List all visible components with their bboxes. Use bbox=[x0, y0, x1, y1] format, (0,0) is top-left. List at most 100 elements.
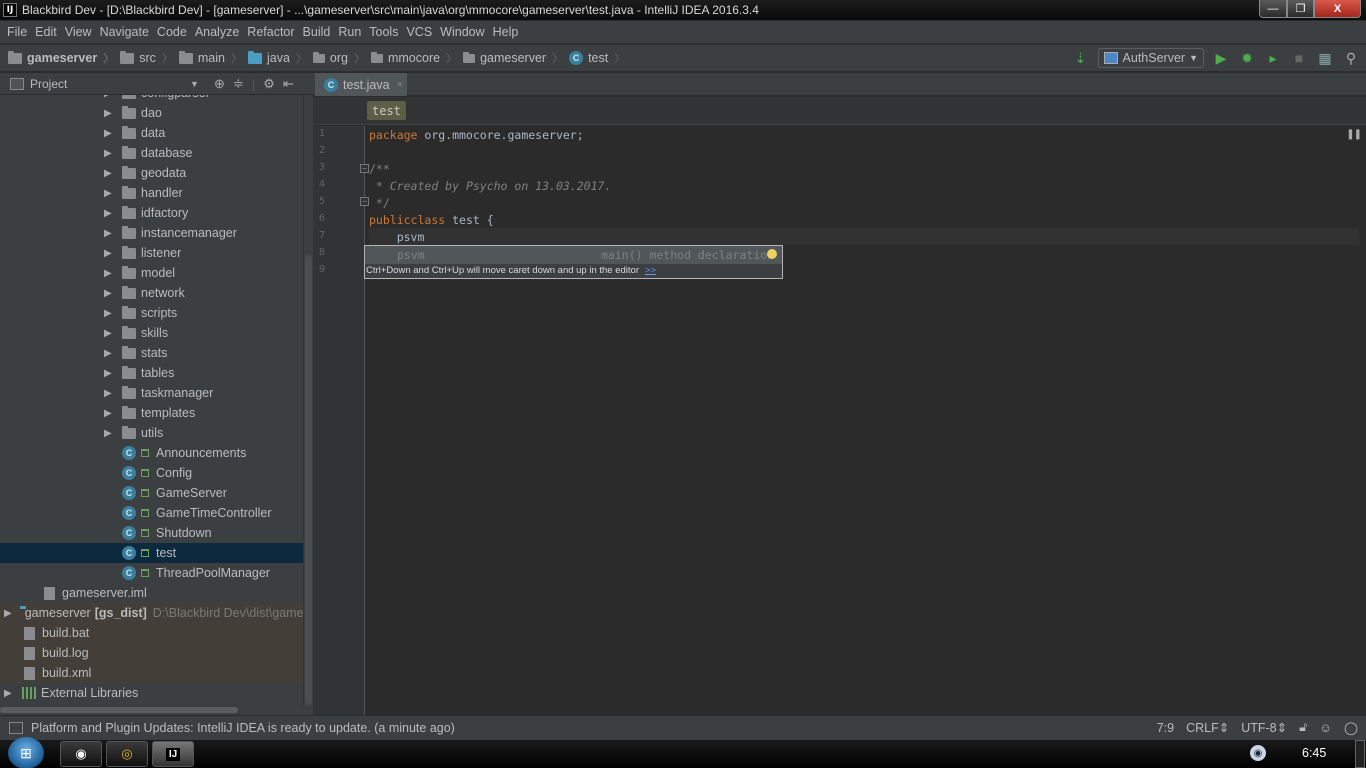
expand-arrow-icon[interactable]: ▶ bbox=[104, 108, 114, 119]
breadcrumb-gameserver-package[interactable]: gameserver 〉 bbox=[463, 50, 569, 66]
expand-arrow-icon[interactable]: ▶ bbox=[104, 188, 114, 199]
menu-run[interactable]: Run bbox=[334, 25, 365, 39]
expand-arrow-icon[interactable]: ▶ bbox=[104, 95, 114, 99]
run-configuration-dropdown[interactable]: AuthServer ▼ bbox=[1097, 48, 1204, 68]
expand-arrow-icon[interactable]: ▶ bbox=[104, 168, 114, 179]
menu-code[interactable]: Code bbox=[153, 25, 191, 39]
tree-item-announcements[interactable]: C Announcements bbox=[0, 443, 303, 463]
taskbar-intellij[interactable]: IJ bbox=[152, 741, 194, 767]
taskbar-chrome[interactable]: ◎ bbox=[106, 741, 148, 767]
tree-item-geodata[interactable]: ▶ geodata bbox=[0, 163, 303, 183]
breadcrumb-org[interactable]: org 〉 bbox=[312, 50, 371, 66]
scrollbar-thumb[interactable] bbox=[305, 255, 312, 705]
code-breadcrumb-test[interactable]: test bbox=[367, 101, 406, 120]
breadcrumb-gameserver-module[interactable]: gameserver 〉 bbox=[8, 50, 120, 66]
tray-steam-icon[interactable]: ◉ bbox=[1250, 745, 1266, 761]
menu-window[interactable]: Window bbox=[436, 25, 488, 39]
menu-tools[interactable]: Tools bbox=[365, 25, 402, 39]
menu-navigate[interactable]: Navigate bbox=[96, 25, 153, 39]
project-structure-icon[interactable]: ▦ bbox=[1316, 49, 1334, 67]
breadcrumb-mmocore[interactable]: mmocore 〉 bbox=[370, 50, 463, 66]
expand-arrow-icon[interactable]: ▶ bbox=[4, 688, 14, 699]
tree-item-taskmanager[interactable]: ▶ taskmanager bbox=[0, 383, 303, 403]
expand-arrow-icon[interactable]: ▶ bbox=[104, 128, 114, 139]
taskbar-steam[interactable]: ◉ bbox=[60, 741, 102, 767]
tab-test-java[interactable]: C test.java × bbox=[315, 73, 407, 96]
expand-arrow-icon[interactable]: ▶ bbox=[104, 348, 114, 359]
breadcrumb-test[interactable]: C test 〉 bbox=[569, 50, 631, 66]
search-icon[interactable]: ⚲ bbox=[1342, 49, 1360, 67]
lightbulb-icon[interactable] bbox=[767, 249, 777, 259]
tree-item-utils[interactable]: ▶ utils bbox=[0, 423, 303, 443]
tree-item-stats[interactable]: ▶ stats bbox=[0, 343, 303, 363]
expand-arrow-icon[interactable]: ▶ bbox=[4, 608, 12, 619]
tree-item-gameserver[interactable]: C GameServer bbox=[0, 483, 303, 503]
completion-item-psvm[interactable]: psvm main() method declaration bbox=[365, 246, 782, 264]
tree-item-shutdown[interactable]: C Shutdown bbox=[0, 523, 303, 543]
tree-item-external-libraries[interactable]: ▶ External Libraries bbox=[0, 683, 303, 703]
expand-arrow-icon[interactable]: ▶ bbox=[104, 408, 114, 419]
expand-arrow-icon[interactable]: ▶ bbox=[104, 368, 114, 379]
tree-item-build-log[interactable]: build.log bbox=[0, 643, 303, 663]
tree-item-templates[interactable]: ▶ templates bbox=[0, 403, 303, 423]
tree-item-model[interactable]: ▶ model bbox=[0, 263, 303, 283]
collapse-all-icon[interactable]: ≑ bbox=[233, 76, 244, 92]
fold-end-icon[interactable]: − bbox=[360, 197, 369, 206]
tree-item-data[interactable]: ▶ data bbox=[0, 123, 303, 143]
tree-item-network[interactable]: ▶ network bbox=[0, 283, 303, 303]
scrollbar-thumb[interactable] bbox=[0, 707, 238, 713]
tree-item-build-xml[interactable]: build.xml bbox=[0, 663, 303, 683]
gear-icon[interactable]: ⚙ bbox=[263, 76, 275, 92]
menu-refactor[interactable]: Refactor bbox=[243, 25, 298, 39]
caret-position[interactable]: 7:9 bbox=[1157, 721, 1174, 735]
tree-item-database[interactable]: ▶ database bbox=[0, 143, 303, 163]
breadcrumb-src[interactable]: src 〉 bbox=[120, 50, 179, 66]
tree-item-gametimecontroller[interactable]: C GameTimeController bbox=[0, 503, 303, 523]
tree-item-configparser[interactable]: ▶ configparser bbox=[0, 95, 303, 103]
code-editor[interactable]: − − 123456789 ❚❚ package org.mmocore.gam… bbox=[313, 126, 1366, 715]
expand-arrow-icon[interactable]: ▶ bbox=[104, 228, 114, 239]
tree-item-test[interactable]: Ctest bbox=[0, 543, 303, 563]
start-button[interactable]: ⊞ bbox=[8, 737, 44, 768]
line-separator-selector[interactable]: CRLF⇕ bbox=[1186, 720, 1229, 735]
menu-build[interactable]: Build bbox=[299, 25, 335, 39]
run-icon[interactable]: ▶ bbox=[1212, 49, 1230, 67]
tool-windows-icon[interactable] bbox=[9, 722, 23, 734]
tree-item-threadpoolmanager[interactable]: C ThreadPoolManager bbox=[0, 563, 303, 583]
expand-arrow-icon[interactable]: ▶ bbox=[104, 428, 114, 439]
tree-item-skills[interactable]: ▶ skills bbox=[0, 323, 303, 343]
project-tree-vertical-scrollbar[interactable] bbox=[303, 95, 313, 707]
expand-arrow-icon[interactable]: ▶ bbox=[104, 308, 114, 319]
read-only-lock-icon[interactable]: 🔓︎ bbox=[1299, 720, 1307, 735]
tree-item-handler[interactable]: ▶ handler bbox=[0, 183, 303, 203]
tree-item-scripts[interactable]: ▶ scripts bbox=[0, 303, 303, 323]
menu-view[interactable]: View bbox=[61, 25, 96, 39]
tree-item-build-bat[interactable]: build.bat bbox=[0, 623, 303, 643]
hide-panel-icon[interactable]: ⇤ bbox=[283, 76, 294, 92]
coverage-icon[interactable]: ▸ bbox=[1264, 49, 1282, 67]
menu-file[interactable]: File bbox=[3, 25, 31, 39]
make-project-icon[interactable]: ⇣ bbox=[1072, 49, 1090, 67]
expand-arrow-icon[interactable]: ▶ bbox=[104, 148, 114, 159]
tree-item-dao[interactable]: ▶ dao bbox=[0, 103, 303, 123]
breadcrumb-java[interactable]: java 〉 bbox=[247, 50, 313, 66]
show-desktop-button[interactable] bbox=[1355, 740, 1365, 768]
expand-arrow-icon[interactable]: ▶ bbox=[104, 268, 114, 279]
expand-arrow-icon[interactable]: ▶ bbox=[104, 288, 114, 299]
tree-item-gameserver-iml[interactable]: gameserver.iml bbox=[0, 583, 303, 603]
menu-help[interactable]: Help bbox=[489, 25, 523, 39]
menu-vcs[interactable]: VCS bbox=[402, 25, 436, 39]
system-clock[interactable]: 6:45 bbox=[1302, 746, 1326, 760]
locate-icon[interactable]: ⊕ bbox=[214, 76, 225, 92]
menu-analyze[interactable]: Analyze bbox=[191, 25, 243, 39]
menu-edit[interactable]: Edit bbox=[31, 25, 61, 39]
tree-item-idfactory[interactable]: ▶ idfactory bbox=[0, 203, 303, 223]
inspector-icon[interactable]: ☺ bbox=[1319, 721, 1332, 735]
expand-arrow-icon[interactable]: ▶ bbox=[104, 388, 114, 399]
close-tab-icon[interactable]: × bbox=[397, 79, 403, 91]
tree-item-listener[interactable]: ▶ listener bbox=[0, 243, 303, 263]
maximize-button[interactable]: ❐ bbox=[1287, 0, 1314, 18]
event-log-icon[interactable]: ◯ bbox=[1344, 720, 1358, 735]
project-view-selector[interactable]: Project bbox=[30, 77, 67, 91]
encoding-selector[interactable]: UTF-8⇕ bbox=[1241, 720, 1287, 735]
